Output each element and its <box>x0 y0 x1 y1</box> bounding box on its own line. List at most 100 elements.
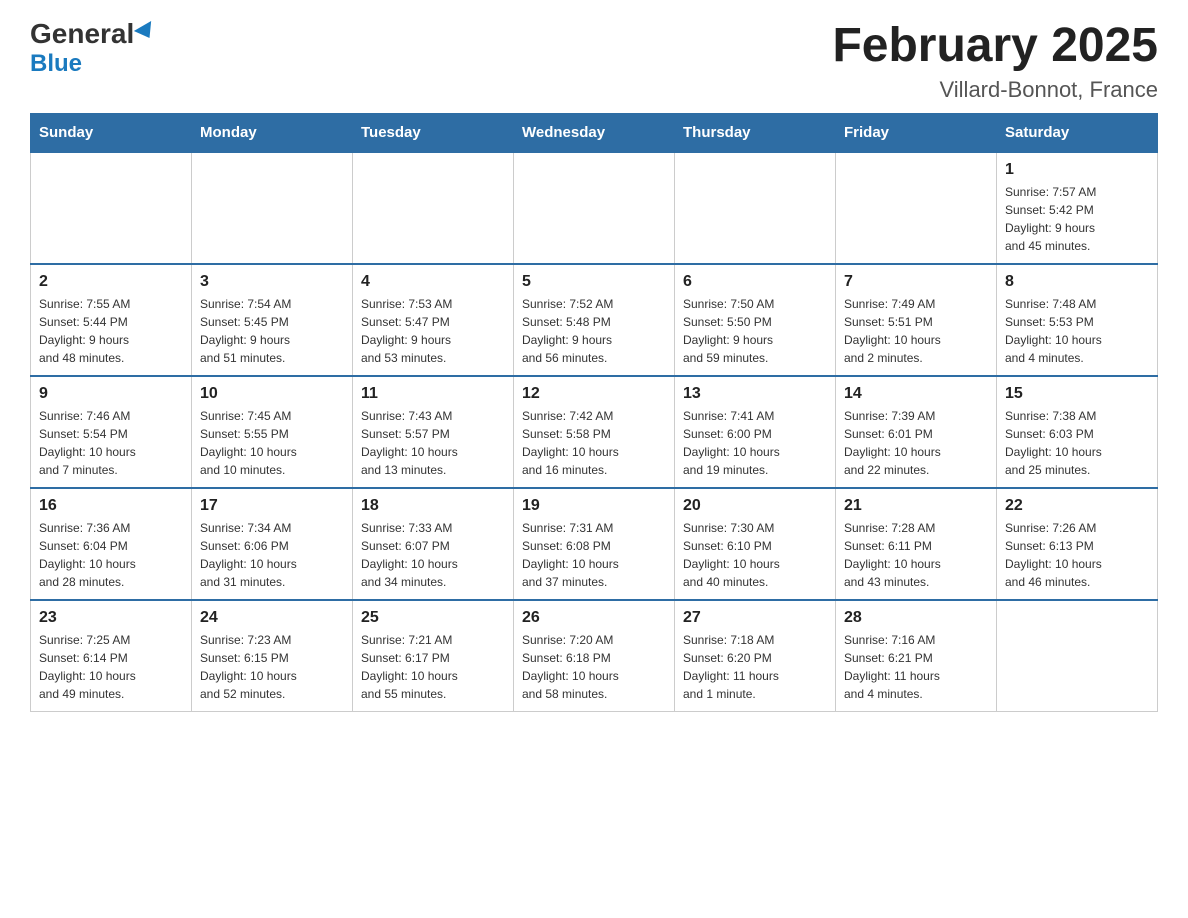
calendar-day-cell: 23 Sunrise: 7:25 AMSunset: 6:14 PMDayligh… <box>31 600 192 712</box>
calendar-day-cell: 17 Sunrise: 7:34 AMSunset: 6:06 PMDayligh… <box>192 488 353 600</box>
calendar-day-cell: 22 Sunrise: 7:26 AMSunset: 6:13 PMDayligh… <box>997 488 1158 600</box>
day-number: 11 <box>361 385 505 403</box>
calendar-day-cell <box>836 152 997 264</box>
day-info: Sunrise: 7:33 AMSunset: 6:07 PMDaylight:… <box>361 519 505 591</box>
calendar-week-row: 23 Sunrise: 7:25 AMSunset: 6:14 PMDayligh… <box>31 600 1158 712</box>
day-info: Sunrise: 7:41 AMSunset: 6:00 PMDaylight:… <box>683 407 827 479</box>
logo-area: General Blue <box>30 20 156 78</box>
day-number: 27 <box>683 609 827 627</box>
calendar-day-cell: 13 Sunrise: 7:41 AMSunset: 6:00 PMDayligh… <box>675 376 836 488</box>
day-number: 26 <box>522 609 666 627</box>
day-number: 17 <box>200 497 344 515</box>
day-number: 8 <box>1005 273 1149 291</box>
logo-general: General <box>30 20 156 48</box>
calendar-day-cell: 3 Sunrise: 7:54 AMSunset: 5:45 PMDaylight… <box>192 264 353 376</box>
calendar-day-cell: 28 Sunrise: 7:16 AMSunset: 6:21 PMDayligh… <box>836 600 997 712</box>
calendar-day-cell: 1 Sunrise: 7:57 AMSunset: 5:42 PMDaylight… <box>997 152 1158 264</box>
day-number: 10 <box>200 385 344 403</box>
calendar-day-cell <box>192 152 353 264</box>
calendar-table: SundayMondayTuesdayWednesdayThursdayFrid… <box>30 113 1158 712</box>
day-info: Sunrise: 7:34 AMSunset: 6:06 PMDaylight:… <box>200 519 344 591</box>
day-number: 15 <box>1005 385 1149 403</box>
day-number: 16 <box>39 497 183 515</box>
day-number: 14 <box>844 385 988 403</box>
day-info: Sunrise: 7:26 AMSunset: 6:13 PMDaylight:… <box>1005 519 1149 591</box>
day-number: 4 <box>361 273 505 291</box>
day-number: 6 <box>683 273 827 291</box>
calendar-day-cell: 6 Sunrise: 7:50 AMSunset: 5:50 PMDaylight… <box>675 264 836 376</box>
day-number: 2 <box>39 273 183 291</box>
day-number: 5 <box>522 273 666 291</box>
day-number: 18 <box>361 497 505 515</box>
day-info: Sunrise: 7:31 AMSunset: 6:08 PMDaylight:… <box>522 519 666 591</box>
day-number: 13 <box>683 385 827 403</box>
day-info: Sunrise: 7:43 AMSunset: 5:57 PMDaylight:… <box>361 407 505 479</box>
day-info: Sunrise: 7:18 AMSunset: 6:20 PMDaylight:… <box>683 631 827 703</box>
day-info: Sunrise: 7:45 AMSunset: 5:55 PMDaylight:… <box>200 407 344 479</box>
calendar-week-row: 1 Sunrise: 7:57 AMSunset: 5:42 PMDaylight… <box>31 152 1158 264</box>
logo-blue: Blue <box>30 50 82 78</box>
day-info: Sunrise: 7:50 AMSunset: 5:50 PMDaylight:… <box>683 295 827 367</box>
day-info: Sunrise: 7:55 AMSunset: 5:44 PMDaylight:… <box>39 295 183 367</box>
day-number: 3 <box>200 273 344 291</box>
day-of-week-header: Tuesday <box>353 113 514 152</box>
calendar-day-cell: 4 Sunrise: 7:53 AMSunset: 5:47 PMDaylight… <box>353 264 514 376</box>
calendar-day-cell: 10 Sunrise: 7:45 AMSunset: 5:55 PMDayligh… <box>192 376 353 488</box>
day-info: Sunrise: 7:42 AMSunset: 5:58 PMDaylight:… <box>522 407 666 479</box>
day-info: Sunrise: 7:25 AMSunset: 6:14 PMDaylight:… <box>39 631 183 703</box>
day-of-week-header: Saturday <box>997 113 1158 152</box>
day-info: Sunrise: 7:52 AMSunset: 5:48 PMDaylight:… <box>522 295 666 367</box>
calendar-week-row: 16 Sunrise: 7:36 AMSunset: 6:04 PMDayligh… <box>31 488 1158 600</box>
calendar-day-cell: 14Sunrise: 7:39 AMSunset: 6:01 PMDayligh… <box>836 376 997 488</box>
day-number: 23 <box>39 609 183 627</box>
day-number: 7 <box>844 273 988 291</box>
calendar-day-cell: 11 Sunrise: 7:43 AMSunset: 5:57 PMDayligh… <box>353 376 514 488</box>
calendar-day-cell <box>675 152 836 264</box>
calendar-day-cell: 5 Sunrise: 7:52 AMSunset: 5:48 PMDaylight… <box>514 264 675 376</box>
day-number: 22 <box>1005 497 1149 515</box>
calendar-week-row: 9Sunrise: 7:46 AMSunset: 5:54 PMDaylight… <box>31 376 1158 488</box>
day-info: Sunrise: 7:53 AMSunset: 5:47 PMDaylight:… <box>361 295 505 367</box>
calendar-day-cell: 8 Sunrise: 7:48 AMSunset: 5:53 PMDaylight… <box>997 264 1158 376</box>
day-info: Sunrise: 7:16 AMSunset: 6:21 PMDaylight:… <box>844 631 988 703</box>
month-title: February 2025 <box>832 20 1158 73</box>
day-of-week-header: Thursday <box>675 113 836 152</box>
day-info: Sunrise: 7:48 AMSunset: 5:53 PMDaylight:… <box>1005 295 1149 367</box>
day-info: Sunrise: 7:21 AMSunset: 6:17 PMDaylight:… <box>361 631 505 703</box>
calendar-header-row: SundayMondayTuesdayWednesdayThursdayFrid… <box>31 113 1158 152</box>
calendar-day-cell: 12Sunrise: 7:42 AMSunset: 5:58 PMDayligh… <box>514 376 675 488</box>
day-of-week-header: Friday <box>836 113 997 152</box>
day-info: Sunrise: 7:20 AMSunset: 6:18 PMDaylight:… <box>522 631 666 703</box>
day-info: Sunrise: 7:49 AMSunset: 5:51 PMDaylight:… <box>844 295 988 367</box>
day-info: Sunrise: 7:54 AMSunset: 5:45 PMDaylight:… <box>200 295 344 367</box>
calendar-day-cell <box>514 152 675 264</box>
day-info: Sunrise: 7:28 AMSunset: 6:11 PMDaylight:… <box>844 519 988 591</box>
day-number: 28 <box>844 609 988 627</box>
day-info: Sunrise: 7:30 AMSunset: 6:10 PMDaylight:… <box>683 519 827 591</box>
day-number: 21 <box>844 497 988 515</box>
calendar-day-cell: 19 Sunrise: 7:31 AMSunset: 6:08 PMDayligh… <box>514 488 675 600</box>
day-info: Sunrise: 7:23 AMSunset: 6:15 PMDaylight:… <box>200 631 344 703</box>
day-of-week-header: Monday <box>192 113 353 152</box>
calendar-day-cell: 26 Sunrise: 7:20 AMSunset: 6:18 PMDayligh… <box>514 600 675 712</box>
day-number: 19 <box>522 497 666 515</box>
day-info: Sunrise: 7:36 AMSunset: 6:04 PMDaylight:… <box>39 519 183 591</box>
calendar-day-cell: 21 Sunrise: 7:28 AMSunset: 6:11 PMDayligh… <box>836 488 997 600</box>
day-info: Sunrise: 7:57 AMSunset: 5:42 PMDaylight:… <box>1005 183 1149 255</box>
calendar-day-cell: 9Sunrise: 7:46 AMSunset: 5:54 PMDaylight… <box>31 376 192 488</box>
calendar-day-cell <box>31 152 192 264</box>
calendar-day-cell: 20Sunrise: 7:30 AMSunset: 6:10 PMDayligh… <box>675 488 836 600</box>
day-info: Sunrise: 7:38 AMSunset: 6:03 PMDaylight:… <box>1005 407 1149 479</box>
day-of-week-header: Sunday <box>31 113 192 152</box>
calendar-day-cell: 25 Sunrise: 7:21 AMSunset: 6:17 PMDayligh… <box>353 600 514 712</box>
calendar-day-cell: 16 Sunrise: 7:36 AMSunset: 6:04 PMDayligh… <box>31 488 192 600</box>
logo-arrow-icon <box>134 21 158 43</box>
page-header: General Blue February 2025 Villard-Bonno… <box>30 20 1158 103</box>
day-number: 25 <box>361 609 505 627</box>
calendar-day-cell: 24 Sunrise: 7:23 AMSunset: 6:15 PMDayligh… <box>192 600 353 712</box>
day-number: 24 <box>200 609 344 627</box>
location: Villard-Bonnot, France <box>832 77 1158 103</box>
calendar-day-cell <box>997 600 1158 712</box>
day-number: 1 <box>1005 161 1149 179</box>
calendar-week-row: 2 Sunrise: 7:55 AMSunset: 5:44 PMDaylight… <box>31 264 1158 376</box>
